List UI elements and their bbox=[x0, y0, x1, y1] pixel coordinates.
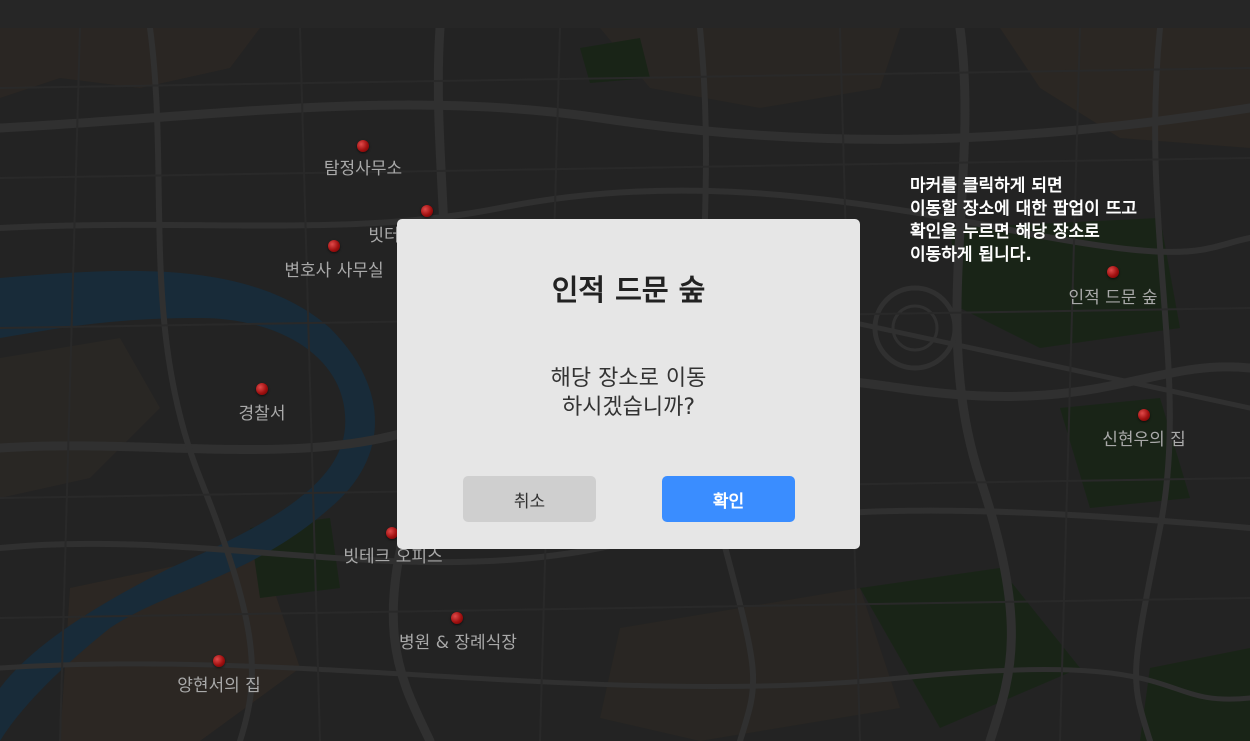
instruction-text: 마커를 클릭하게 되면 이동할 장소에 대한 팝업이 뜨고 확인을 누르면 해당… bbox=[910, 175, 1137, 267]
dialog-message-line: 해당 장소로 이동 bbox=[550, 366, 707, 391]
marker-hospital[interactable] bbox=[451, 612, 463, 624]
marker-secluded-forest[interactable] bbox=[1107, 266, 1119, 278]
place-label-detective-office: 탐정사무소 bbox=[323, 159, 403, 179]
instruction-line: 이동하게 됩니다. bbox=[910, 245, 1032, 265]
place-label-secluded-forest: 인적 드문 숲 bbox=[1068, 288, 1158, 308]
confirm-button[interactable]: 확인 bbox=[662, 476, 795, 522]
instruction-line: 확인을 누르면 해당 장소로 bbox=[910, 222, 1100, 242]
place-label-bittech-top: 빗터 bbox=[368, 226, 400, 246]
place-label-police-station: 경찰서 bbox=[238, 404, 286, 424]
marker-law-office[interactable] bbox=[328, 240, 340, 252]
place-label-law-office: 변호사 사무실 bbox=[284, 261, 384, 281]
move-confirm-dialog: 인적 드문 숲 해당 장소로 이동 하시겠습니까? 취소 확인 bbox=[397, 219, 860, 549]
marker-yanghyunseo-house[interactable] bbox=[213, 655, 225, 667]
top-bar bbox=[0, 0, 1250, 28]
marker-shinhyunwoo-house[interactable] bbox=[1138, 409, 1150, 421]
place-label-shinhyunwoo-house: 신현우의 집 bbox=[1102, 430, 1186, 450]
cancel-button[interactable]: 취소 bbox=[463, 476, 596, 522]
instruction-line: 마커를 클릭하게 되면 bbox=[910, 176, 1063, 196]
instruction-line: 이동할 장소에 대한 팝업이 뜨고 bbox=[910, 199, 1137, 219]
place-label-yanghyunseo-house: 양현서의 집 bbox=[177, 676, 261, 696]
dialog-title: 인적 드문 숲 bbox=[551, 273, 706, 307]
dialog-message-line: 하시겠습니까? bbox=[561, 395, 696, 420]
dialog-message: 해당 장소로 이동 하시겠습니까? bbox=[397, 364, 860, 422]
marker-police-station[interactable] bbox=[256, 383, 268, 395]
marker-bittech-top[interactable] bbox=[421, 205, 433, 217]
marker-detective-office[interactable] bbox=[357, 140, 369, 152]
place-label-hospital: 병원 & 장례식장 bbox=[399, 633, 517, 653]
